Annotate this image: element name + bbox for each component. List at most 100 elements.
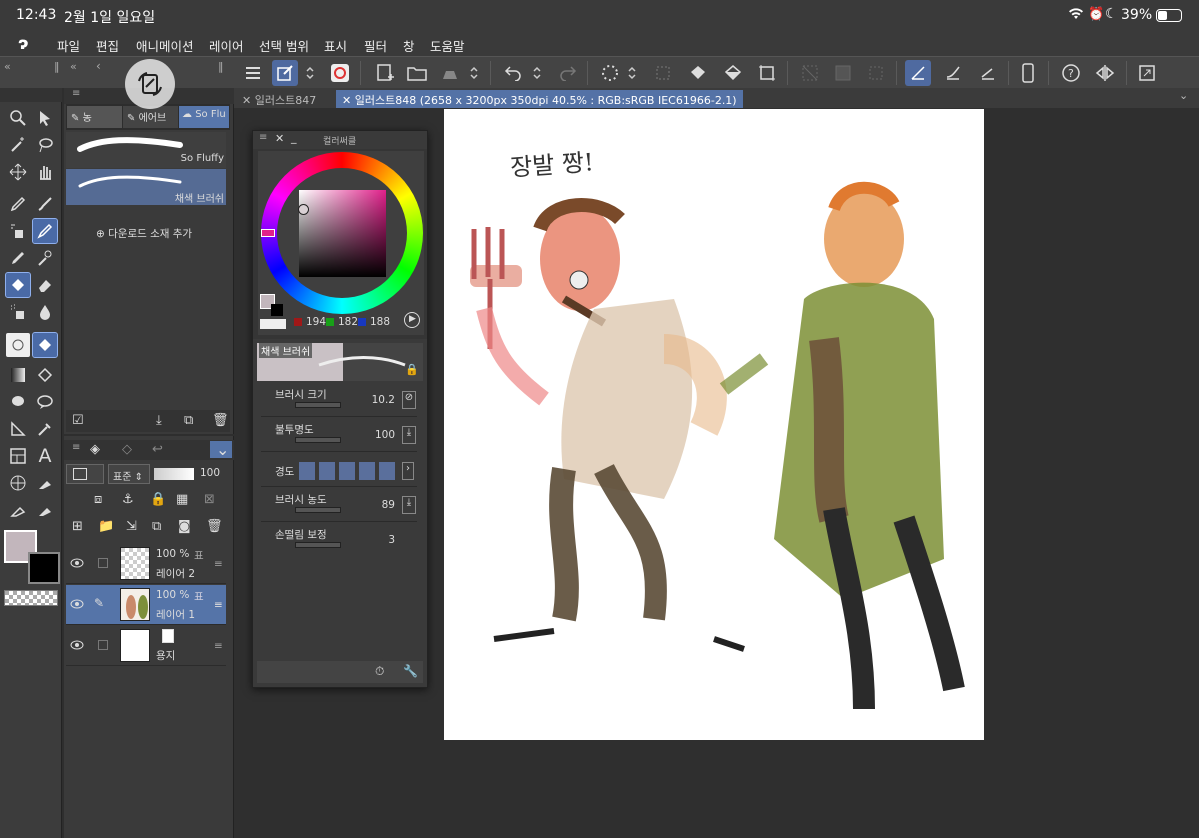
object-select-icon[interactable] — [33, 106, 57, 130]
rgb-blue-value[interactable]: 188 — [370, 316, 390, 328]
perspective-ruler-icon[interactable] — [6, 471, 30, 495]
selection-invert-icon[interactable] — [830, 60, 856, 86]
transfer-layer-icon[interactable]: ⇲ — [126, 519, 137, 534]
airbrush-icon[interactable] — [6, 219, 30, 243]
menu-icon[interactable] — [240, 60, 266, 86]
device-icon[interactable] — [1015, 60, 1041, 86]
shape-lasso-icon[interactable] — [6, 390, 30, 414]
trash-icon[interactable]: 🗑 — [206, 519, 223, 534]
new-file-icon[interactable] — [372, 60, 398, 86]
mask-icon[interactable]: ⊠ — [204, 492, 215, 507]
play-icon[interactable]: ▶ — [404, 312, 420, 328]
frame-icon[interactable] — [6, 444, 30, 468]
layer-row[interactable]: ✎ 100 % 표 레이어 1 ≡ — [66, 585, 226, 625]
water-drop-icon[interactable] — [33, 300, 57, 324]
move-icon[interactable] — [6, 160, 30, 184]
chevron-updown-icon[interactable] — [625, 60, 639, 86]
menu-selection[interactable]: 선택 범위 — [259, 36, 309, 55]
chevron-down-icon[interactable]: ⌄ — [1179, 89, 1188, 102]
transparent-mini[interactable] — [260, 319, 286, 329]
drag-handle-icon[interactable]: ≡ — [214, 640, 223, 652]
paint-bucket-icon[interactable] — [33, 363, 57, 387]
fill-selection-icon[interactable] — [720, 60, 746, 86]
undo-icon[interactable] — [500, 60, 526, 86]
pressure-icon[interactable]: ⤓ — [402, 496, 416, 514]
new-folder-icon[interactable]: 📁 — [98, 519, 114, 534]
gradient-icon[interactable] — [6, 363, 30, 387]
blend-icon[interactable] — [33, 246, 57, 270]
ruler-snap-icon[interactable] — [905, 60, 931, 86]
menu-filter[interactable]: 필터 — [364, 36, 387, 55]
open-folder-icon[interactable] — [404, 60, 430, 86]
brush-item-so-fluffy[interactable]: So Fluffy — [66, 132, 226, 168]
prop-opacity[interactable]: 불투명도 100 ⤓ — [261, 420, 417, 452]
opacity-slider[interactable] — [154, 468, 194, 480]
brush-snap-icon[interactable] — [940, 60, 966, 86]
spray-icon[interactable] — [6, 300, 30, 324]
add-material-button[interactable]: ⊕ 다운로드 소재 추가 — [96, 226, 192, 241]
drag-handle-icon[interactable]: ≡ — [214, 599, 223, 611]
fullscreen-icon[interactable] — [1134, 60, 1160, 86]
fill-bucket-icon[interactable] — [685, 60, 711, 86]
duplicate-icon[interactable]: ⧉ — [184, 413, 193, 428]
transform-icon[interactable] — [650, 60, 676, 86]
fill-brush-icon[interactable] — [32, 332, 58, 358]
merge-layer-icon[interactable]: ⧉ — [152, 519, 161, 534]
eye-icon[interactable] — [70, 556, 84, 570]
close-icon[interactable]: ✕ — [275, 132, 284, 145]
settings-icon[interactable]: ☑ — [72, 413, 84, 428]
lock-icon[interactable]: 🔒 — [405, 363, 419, 376]
eye-icon[interactable] — [70, 597, 84, 611]
prop-brush-density[interactable]: 브러시 농도 89 ⤓ — [261, 490, 417, 522]
chevron-updown-icon[interactable] — [530, 60, 544, 86]
vector-pen-icon[interactable] — [6, 498, 30, 522]
brush-icon[interactable] — [33, 192, 57, 216]
menu-window[interactable]: 창 — [403, 36, 415, 55]
redo-icon[interactable] — [555, 60, 581, 86]
hand-icon[interactable] — [33, 160, 57, 184]
prop-value[interactable]: 3 — [388, 534, 395, 546]
menu-edit[interactable]: 편집 — [96, 36, 119, 55]
sub-color-swatch[interactable] — [28, 552, 60, 584]
rotate-screen-icon[interactable] — [125, 59, 175, 109]
sub-color-mini[interactable] — [271, 304, 283, 316]
rgb-green-value[interactable]: 182 — [338, 316, 358, 328]
opacity-value[interactable]: 100 — [200, 467, 220, 479]
help-icon[interactable]: ? — [1058, 60, 1084, 86]
saturation-value-square[interactable] — [299, 190, 386, 277]
blend-mode-select[interactable]: 표준 ⇕ — [108, 464, 150, 484]
layers-icon[interactable]: ◈ — [90, 442, 100, 457]
lasso-icon[interactable] — [33, 133, 57, 157]
app-settings-icon[interactable] — [327, 60, 353, 86]
menu-layer[interactable]: 레이어 — [209, 36, 244, 55]
trash-icon[interactable]: 🗑 — [212, 413, 229, 428]
selection-show-icon[interactable] — [863, 60, 889, 86]
chevron-right-icon[interactable]: › — [402, 462, 414, 480]
brush-item-coloring[interactable]: 채색 브러쉬 — [66, 169, 226, 205]
correct-line-icon[interactable] — [33, 471, 57, 495]
wrench-icon[interactable]: 🔧 — [403, 664, 418, 678]
pen-icon[interactable] — [6, 192, 30, 216]
save-icon[interactable] — [437, 60, 463, 86]
speech-balloon-icon[interactable] — [33, 390, 57, 414]
transparent-color-swatch[interactable] — [4, 590, 58, 606]
subtool-tab-2[interactable]: ✎ 에어브 — [123, 106, 178, 128]
menu-animation[interactable]: 애니메이션 — [136, 36, 194, 55]
material-icon[interactable] — [6, 333, 30, 357]
history-icon[interactable]: ↩ — [152, 442, 163, 457]
menu-view[interactable]: 표시 — [324, 36, 347, 55]
text-icon[interactable]: A — [33, 444, 57, 468]
menu-file[interactable]: 파일 — [57, 36, 80, 55]
flip-horizontal-icon[interactable] — [1092, 60, 1118, 86]
clip-icon[interactable]: ⧈ — [94, 492, 102, 507]
decoration-icon[interactable] — [6, 246, 30, 270]
mask-layer-icon[interactable]: ◙ — [178, 519, 191, 534]
layer-color-select[interactable] — [66, 464, 104, 484]
canvas-paper[interactable]: 장발 짱! — [444, 109, 984, 740]
loading-icon[interactable] — [597, 60, 623, 86]
eyedropper-icon[interactable] — [33, 417, 57, 441]
new-raster-layer-icon[interactable]: ⊞ — [72, 519, 83, 534]
rgb-red-value[interactable]: 194 — [306, 316, 326, 328]
selection-clear-icon[interactable] — [797, 60, 823, 86]
collapse-left-icon[interactable]: « — [4, 60, 11, 73]
